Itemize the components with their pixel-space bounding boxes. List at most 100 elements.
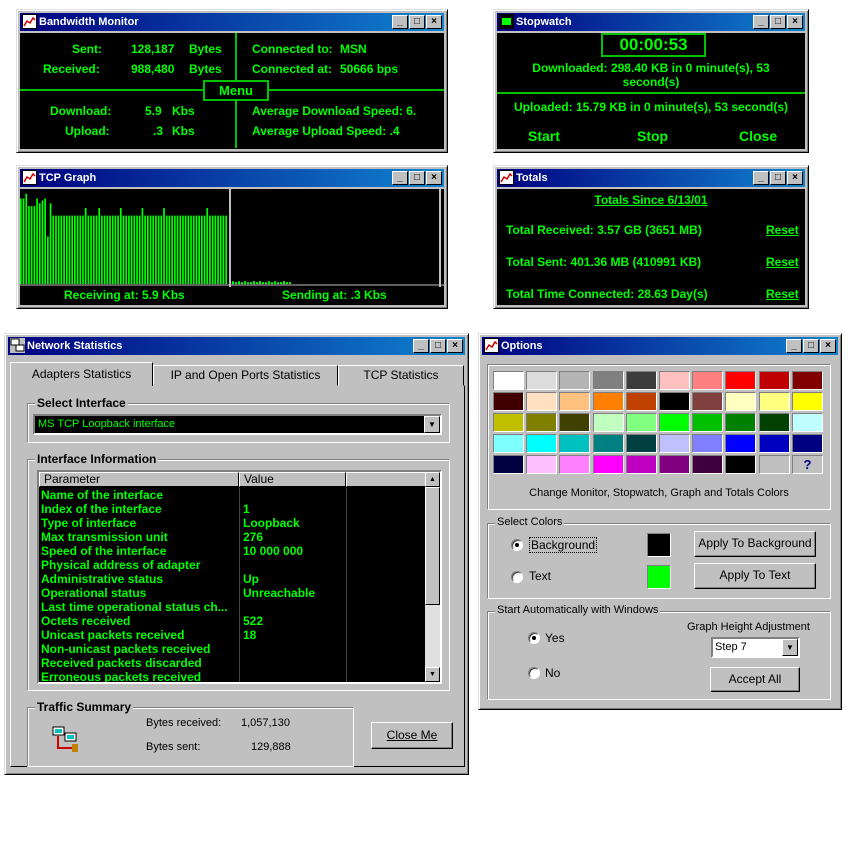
background-radio[interactable] — [511, 539, 523, 551]
scroll-up-button[interactable]: ▲ — [425, 472, 440, 487]
color-swatch[interactable] — [526, 413, 557, 432]
stop-button[interactable]: Stop — [637, 128, 668, 144]
apply-to-text-button[interactable]: Apply To Text — [694, 563, 816, 589]
color-swatch[interactable] — [659, 413, 690, 432]
table-row[interactable]: Octets received 522 — [39, 614, 426, 628]
color-swatch[interactable] — [559, 434, 590, 453]
color-swatch[interactable] — [493, 413, 524, 432]
autostart-no-label[interactable]: No — [545, 666, 560, 680]
minimize-button[interactable]: _ — [392, 15, 408, 29]
options-titlebar[interactable]: Options _ □ × — [482, 337, 838, 355]
chevron-down-icon[interactable]: ▼ — [424, 416, 440, 433]
color-swatch[interactable] — [759, 413, 790, 432]
color-swatch[interactable] — [659, 434, 690, 453]
color-swatch[interactable] — [725, 371, 756, 390]
close-button[interactable]: × — [820, 339, 836, 353]
table-row[interactable]: Erroneous packets received — [39, 670, 426, 682]
color-swatch[interactable] — [526, 392, 557, 411]
close-stopwatch-button[interactable]: Close — [739, 128, 777, 144]
color-swatch[interactable] — [593, 371, 624, 390]
scroll-thumb[interactable] — [425, 487, 440, 605]
minimize-button[interactable]: _ — [786, 339, 802, 353]
table-row[interactable]: Operational status Unreachable — [39, 586, 426, 600]
color-swatch[interactable] — [725, 455, 756, 474]
maximize-button[interactable]: □ — [409, 15, 425, 29]
color-swatch[interactable] — [559, 455, 590, 474]
color-swatch[interactable] — [759, 371, 790, 390]
table-row[interactable]: Physical address of adapter — [39, 558, 426, 572]
close-button[interactable]: × — [787, 171, 803, 185]
graph-height-select[interactable]: Step 7 ▼ — [711, 637, 800, 658]
color-swatch[interactable] — [659, 371, 690, 390]
scroll-down-button[interactable]: ▼ — [425, 667, 440, 682]
accept-all-button[interactable]: Accept All — [710, 667, 800, 692]
menu-button[interactable]: Menu — [203, 80, 269, 101]
table-row[interactable]: Max transmission unit 276 — [39, 530, 426, 544]
color-swatch[interactable] — [725, 434, 756, 453]
tab-adapters[interactable]: Adapters Statistics — [10, 362, 153, 386]
minimize-button[interactable]: _ — [392, 171, 408, 185]
minimize-button[interactable]: _ — [413, 339, 429, 353]
close-button[interactable]: × — [426, 15, 442, 29]
color-swatch[interactable] — [659, 392, 690, 411]
table-row[interactable]: Non-unicast packets received — [39, 642, 426, 656]
close-button[interactable]: × — [447, 339, 463, 353]
maximize-button[interactable]: □ — [770, 15, 786, 29]
color-swatch[interactable] — [526, 434, 557, 453]
color-swatch[interactable] — [792, 371, 823, 390]
table-row[interactable]: Type of interface Loopback — [39, 516, 426, 530]
color-swatch[interactable] — [593, 413, 624, 432]
color-swatch[interactable] — [626, 455, 657, 474]
color-swatch[interactable] — [759, 434, 790, 453]
close-me-button[interactable]: Close Me — [371, 722, 453, 749]
table-row[interactable]: Unicast packets received 18 — [39, 628, 426, 642]
totals-titlebar[interactable]: Totals _ □ × — [497, 169, 805, 187]
minimize-button[interactable]: _ — [753, 15, 769, 29]
close-button[interactable]: × — [787, 15, 803, 29]
table-row[interactable]: Speed of the interface 10 000 000 — [39, 544, 426, 558]
color-swatch[interactable] — [792, 392, 823, 411]
color-swatch[interactable] — [792, 413, 823, 432]
start-button[interactable]: Start — [528, 128, 560, 144]
color-swatch[interactable] — [725, 392, 756, 411]
color-swatch[interactable] — [792, 434, 823, 453]
color-swatch[interactable] — [626, 392, 657, 411]
apply-to-background-button[interactable]: Apply To Background — [694, 531, 816, 557]
tcp-graph-titlebar[interactable]: TCP Graph _ □ × — [20, 169, 444, 187]
color-swatch[interactable] — [692, 371, 723, 390]
tab-tcp[interactable]: TCP Statistics — [338, 365, 464, 386]
color-swatch[interactable] — [493, 371, 524, 390]
color-swatch[interactable] — [593, 392, 624, 411]
color-swatch[interactable] — [493, 434, 524, 453]
chevron-down-icon[interactable]: ▼ — [782, 639, 798, 656]
reset-sent-link[interactable]: Reset — [766, 255, 799, 269]
table-row[interactable]: Index of the interface 1 — [39, 502, 426, 516]
reset-received-link[interactable]: Reset — [766, 223, 799, 237]
color-swatch[interactable] — [626, 434, 657, 453]
maximize-button[interactable]: □ — [770, 171, 786, 185]
color-swatch[interactable] — [692, 413, 723, 432]
color-swatch[interactable] — [692, 392, 723, 411]
maximize-button[interactable]: □ — [430, 339, 446, 353]
table-row[interactable]: Administrative status Up — [39, 572, 426, 586]
background-radio-label[interactable]: Background — [529, 537, 598, 553]
color-swatch[interactable] — [725, 413, 756, 432]
maximize-button[interactable]: □ — [803, 339, 819, 353]
color-swatch[interactable] — [526, 371, 557, 390]
autostart-yes-radio[interactable] — [528, 632, 540, 644]
tab-ip-ports[interactable]: IP and Open Ports Statistics — [153, 365, 338, 386]
color-swatch[interactable] — [692, 455, 723, 474]
interface-dropdown[interactable]: MS TCP Loopback interface ▼ — [33, 414, 442, 435]
table-row[interactable]: Last time operational status ch... — [39, 600, 426, 614]
table-row[interactable]: Name of the interface — [39, 488, 426, 502]
autostart-no-radio[interactable] — [528, 667, 540, 679]
color-swatch[interactable] — [559, 413, 590, 432]
color-swatch[interactable] — [526, 455, 557, 474]
autostart-yes-label[interactable]: Yes — [545, 631, 565, 645]
color-swatch[interactable] — [493, 455, 524, 474]
color-swatch[interactable] — [759, 455, 790, 474]
color-swatch[interactable] — [559, 392, 590, 411]
minimize-button[interactable]: _ — [753, 171, 769, 185]
table-vscrollbar[interactable]: ▲ ▼ — [425, 472, 440, 682]
column-header-value[interactable]: Value — [239, 472, 346, 487]
